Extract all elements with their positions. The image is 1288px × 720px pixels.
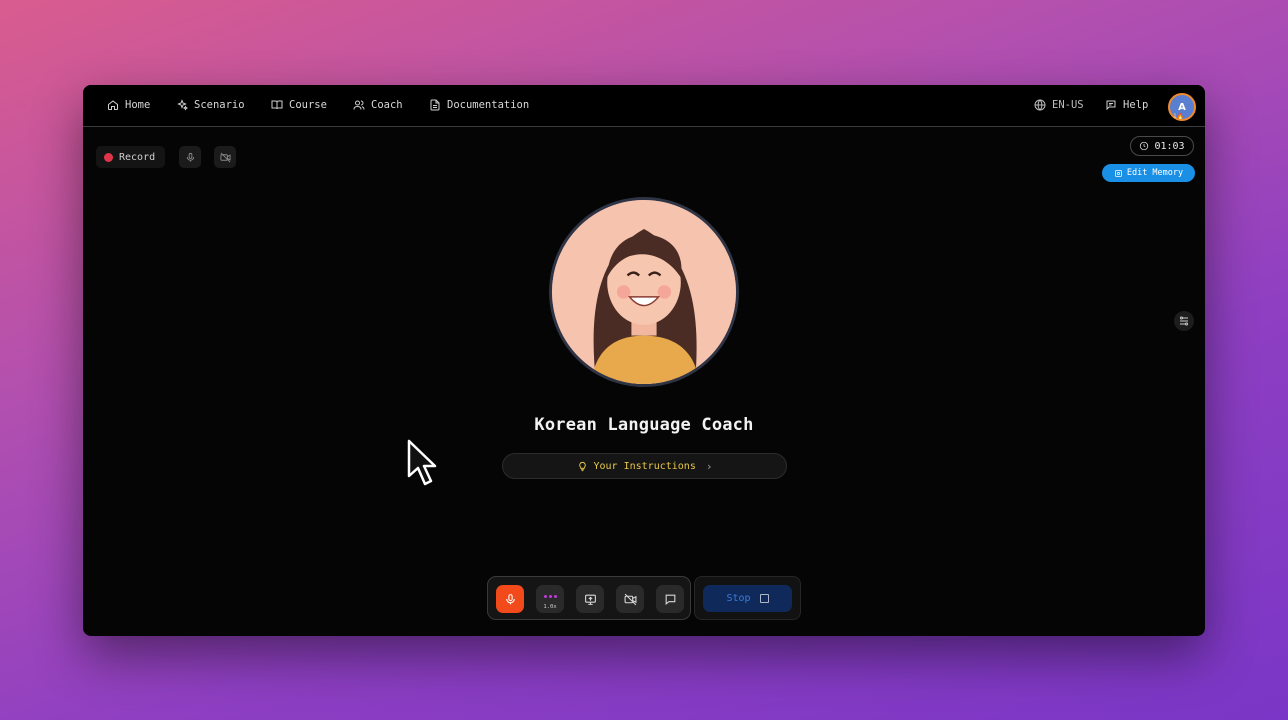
record-camera-button[interactable] [214,146,236,168]
chevron-right-icon: › [705,459,713,473]
microphone-icon [186,152,194,162]
home-icon [108,100,118,110]
your-instructions-button[interactable]: Your Instructions › [502,453,787,479]
sliders-icon [1180,316,1188,326]
language-label: EN-US [1052,99,1084,111]
users-icon [353,100,365,110]
nav-coach[interactable]: Coach [353,97,403,113]
nav-documentation[interactable]: Documentation [429,97,529,113]
speed-dots-icon [543,594,557,598]
edit-memory-label: Edit Memory [1126,168,1184,178]
timer-value: 01:03 [1154,140,1185,152]
nav-documentation-label: Documentation [447,99,530,111]
nav-coach-label: Coach [371,99,403,111]
nav-scenario-label: Scenario [194,99,245,111]
speed-button[interactable]: 1.0x [536,585,564,613]
session-timer: 01:03 [1130,136,1194,156]
nav-home[interactable]: Home [107,97,150,113]
nav-home-label: Home [125,99,151,111]
microphone-button[interactable] [496,585,524,613]
coach-avatar [549,197,739,387]
record-mic-button[interactable] [179,146,201,168]
streak-badge: 1🔥 [1173,113,1185,120]
record-dot-icon [104,152,113,162]
avatar-initial: A [1178,101,1186,113]
stop-button[interactable]: Stop [703,585,792,612]
sparkles-icon [177,99,188,111]
nav-scenario[interactable]: Scenario [176,97,245,113]
record-button[interactable]: Record [96,146,166,168]
language-selector[interactable]: EN-US [1034,97,1084,113]
stop-label: Stop [726,593,751,604]
help-chat-icon [1106,100,1116,111]
memory-icon [1114,169,1122,177]
lightbulb-icon [578,461,586,471]
chat-bubble-icon [665,594,675,605]
stop-container: Stop [694,576,801,620]
nav-course[interactable]: Course [271,97,327,113]
settings-panel-toggle[interactable] [1174,311,1194,331]
speed-label: 1.0x [543,604,557,610]
call-controls: 1.0x [487,576,691,620]
camera-off-icon [624,593,636,605]
top-nav-bar: Home Scenario Course Coach Documentation… [83,85,1205,127]
stop-square-icon [759,594,769,603]
help-button[interactable]: Help [1105,97,1148,113]
help-label: Help [1123,99,1149,111]
screen-share-button[interactable] [576,585,604,613]
book-icon [271,100,283,110]
clock-icon [1140,141,1149,151]
document-icon [430,99,440,111]
coach-portrait-illustration [552,200,736,384]
instructions-label: Your Instructions [593,460,696,472]
app-window: Home Scenario Course Coach Documentation… [83,85,1205,636]
mouse-cursor-icon [407,439,437,486]
nav-course-label: Course [289,99,327,111]
edit-memory-button[interactable]: Edit Memory [1102,164,1195,182]
globe-icon [1034,99,1046,111]
camera-off-icon [219,152,231,162]
coach-name: Korean Language Coach [534,415,754,435]
record-label: Record [119,151,156,163]
microphone-icon [505,593,515,604]
screen-share-icon [584,594,596,605]
chat-button[interactable] [656,585,684,613]
camera-toggle-button[interactable] [616,585,644,613]
